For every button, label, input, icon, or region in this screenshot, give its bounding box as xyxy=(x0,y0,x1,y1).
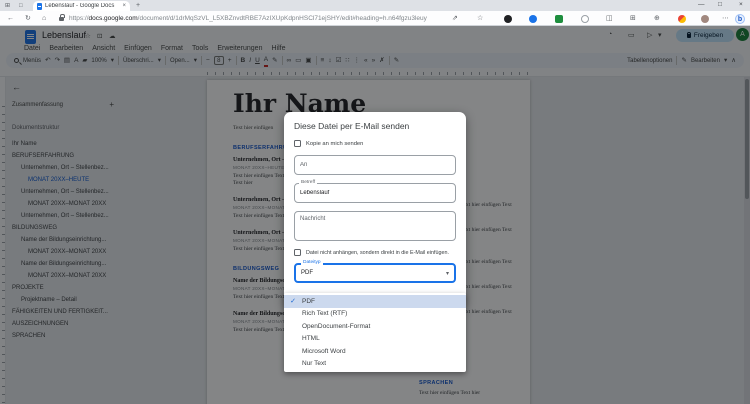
filetype-label: Dateityp xyxy=(301,260,323,265)
bing-copilot-icon[interactable]: b xyxy=(735,14,745,24)
subject-field-wrapper: Betreff xyxy=(294,180,456,203)
to-field-wrapper xyxy=(294,155,456,175)
option-label: HTML xyxy=(302,335,320,343)
collections-icon[interactable]: ⊞ xyxy=(630,14,636,23)
docs-favicon xyxy=(37,2,42,10)
checkbox-unchecked[interactable] xyxy=(294,249,301,256)
favorite-star-icon[interactable]: ☆ xyxy=(477,14,483,23)
option-label: Microsoft Word xyxy=(302,347,346,355)
filetype-value: PDF xyxy=(301,270,313,276)
checkbox-label: Datei nicht anhängen, sondern direkt in … xyxy=(306,249,449,256)
dialog-title: Diese Datei per E-Mail senden xyxy=(294,121,410,131)
window-minimize-button[interactable]: — xyxy=(698,1,705,8)
refresh-icon[interactable]: ↻ xyxy=(25,14,31,23)
back-icon[interactable]: ← xyxy=(7,14,14,23)
tab-close-icon[interactable]: × xyxy=(122,3,126,9)
window-close-button[interactable]: × xyxy=(739,1,743,8)
browser-essentials-icon[interactable]: ⊕ xyxy=(654,14,660,23)
address-bar: ← ↻ ⌂ https://docs.google.com/document/d… xyxy=(0,11,750,26)
tab-actions-icon[interactable]: ⊞ xyxy=(5,2,10,10)
browser-chrome: ⊞ □ Lebenslauf - Google Docs × + — □ × ←… xyxy=(0,0,750,26)
dropdown-option-plaintext[interactable]: Nur Text xyxy=(284,358,466,371)
message-textarea[interactable] xyxy=(294,211,456,241)
url-text[interactable]: https://docs.google.com/document/d/1drMq… xyxy=(69,15,429,22)
checkbox-label: Kopie an mich senden xyxy=(306,140,364,147)
option-label: OpenDocument-Format xyxy=(302,322,371,330)
browser-menu-icon[interactable]: ⋯ xyxy=(722,14,729,23)
message-field-wrapper xyxy=(294,211,456,241)
option-label: Nur Text xyxy=(302,360,327,368)
extension-icon[interactable] xyxy=(678,15,686,23)
check-icon: ✓ xyxy=(290,298,296,306)
option-label: Rich Text (RTF) xyxy=(302,310,348,318)
option-label: PDF xyxy=(302,297,315,305)
home-icon[interactable]: ⌂ xyxy=(42,14,46,23)
split-screen-icon[interactable]: ◫ xyxy=(606,14,613,23)
new-tab-button[interactable]: + xyxy=(136,2,140,9)
dropdown-option-rtf[interactable]: Rich Text (RTF) xyxy=(284,308,466,321)
chevron-down-icon: ▾ xyxy=(445,270,449,277)
ssl-lock-icon[interactable] xyxy=(59,14,65,21)
dropdown-option-word[interactable]: Microsoft Word xyxy=(284,345,466,358)
window-maximize-button[interactable]: □ xyxy=(718,1,722,8)
email-file-dialog: Diese Datei per E-Mail senden Kopie an m… xyxy=(284,112,466,308)
filetype-dropdown-menu: ✓ PDF Rich Text (RTF) OpenDocument-Forma… xyxy=(284,293,466,372)
subject-input[interactable] xyxy=(294,183,456,203)
paste-inline-row[interactable]: Datei nicht anhängen, sondern direkt in … xyxy=(294,249,456,256)
url-domain: docs.google.com xyxy=(88,15,138,22)
copy-to-me-row[interactable]: Kopie an mich senden xyxy=(294,140,456,147)
browser-tab[interactable]: Lebenslauf - Google Docs × xyxy=(33,1,130,11)
dropdown-option-odf[interactable]: OpenDocument-Format xyxy=(284,320,466,333)
vertical-tabs-icon[interactable]: □ xyxy=(19,2,23,10)
tab-title: Lebenslauf - Google Docs xyxy=(45,3,115,9)
filetype-select[interactable]: Dateityp PDF ▾ xyxy=(294,260,456,283)
extension-icon[interactable] xyxy=(581,15,589,23)
tab-bar: ⊞ □ Lebenslauf - Google Docs × + — □ × xyxy=(0,0,750,11)
checkbox-unchecked[interactable] xyxy=(294,140,301,147)
dropdown-option-html[interactable]: HTML xyxy=(284,333,466,346)
extension-icon[interactable] xyxy=(555,15,563,23)
extension-icon[interactable] xyxy=(529,15,537,23)
profile-avatar-icon[interactable] xyxy=(701,15,709,23)
share-page-icon[interactable]: ⇗ xyxy=(452,14,458,23)
dropdown-option-pdf[interactable]: ✓ PDF xyxy=(284,295,466,308)
subject-label: Betreff xyxy=(299,180,318,185)
extension-icon[interactable] xyxy=(504,15,512,23)
recipient-input[interactable] xyxy=(294,155,456,175)
